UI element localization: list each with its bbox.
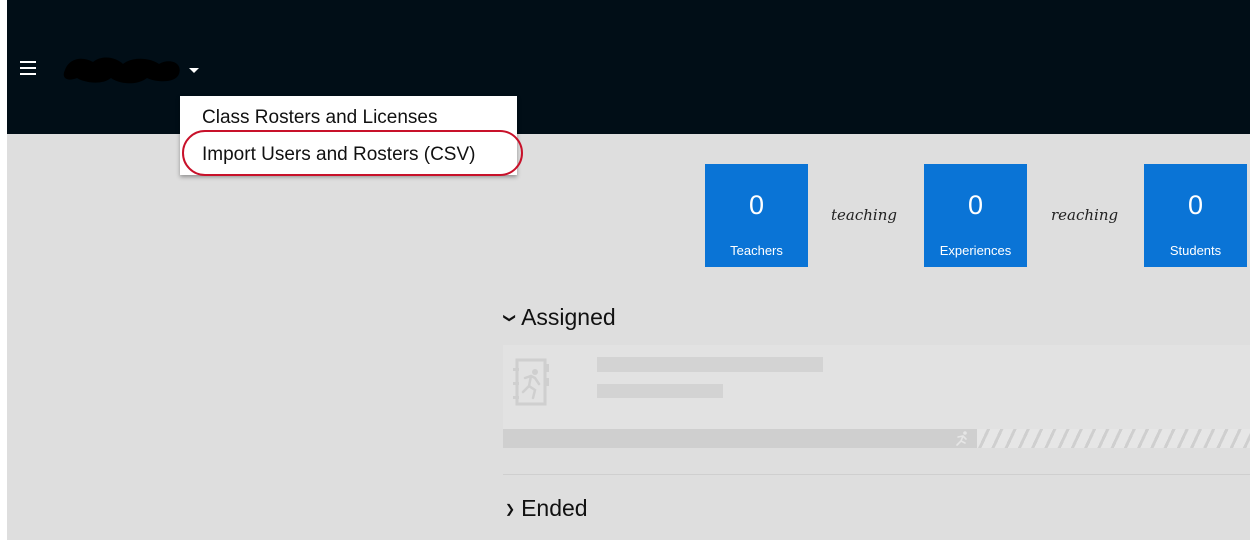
teachers-count: 0 — [748, 190, 765, 220]
caret-down-icon[interactable] — [189, 68, 199, 73]
menu-icon[interactable] — [18, 59, 38, 77]
experiences-stat-tile[interactable]: 0 Experiences — [924, 164, 1027, 267]
assigned-label: Assigned — [521, 304, 616, 330]
teachers-stat-tile[interactable]: 0 Teachers — [705, 164, 808, 267]
assigned-section-header[interactable]: ❯ Assigned — [503, 304, 616, 331]
students-count: 0 — [1187, 190, 1204, 220]
experience-card-placeholder[interactable] — [503, 345, 1250, 448]
teaching-text: teaching — [831, 206, 897, 224]
app-frame: Class Rosters and Licenses Import Users … — [7, 0, 1250, 540]
section-divider — [503, 474, 1250, 475]
account-dropdown-menu: Class Rosters and Licenses Import Users … — [180, 96, 517, 175]
account-name-redacted[interactable] — [59, 52, 185, 86]
reaching-text: reaching — [1051, 206, 1119, 224]
teachers-label: Teachers — [730, 243, 783, 258]
progress-stripes — [977, 429, 1250, 448]
menu-item-class-rosters-and-licenses[interactable]: Class Rosters and Licenses — [180, 102, 517, 134]
experience-book-icon — [513, 358, 549, 406]
chevron-right-icon: ❯ — [505, 502, 516, 516]
runner-icon — [956, 431, 967, 446]
experiences-label: Experiences — [939, 243, 1012, 258]
experiences-count: 0 — [967, 190, 984, 220]
ended-section-header[interactable]: ❯ Ended — [505, 495, 588, 522]
progress-bar — [503, 429, 1250, 448]
ended-label: Ended — [521, 495, 588, 521]
students-stat-tile[interactable]: 0 Students — [1144, 164, 1247, 267]
subtitle-placeholder-bar — [597, 384, 723, 398]
chevron-down-icon: ❯ — [503, 312, 518, 324]
students-label: Students — [1169, 243, 1222, 258]
menu-item-import-users-and-rosters[interactable]: Import Users and Rosters (CSV) — [180, 139, 517, 171]
title-placeholder-bar — [597, 357, 823, 372]
